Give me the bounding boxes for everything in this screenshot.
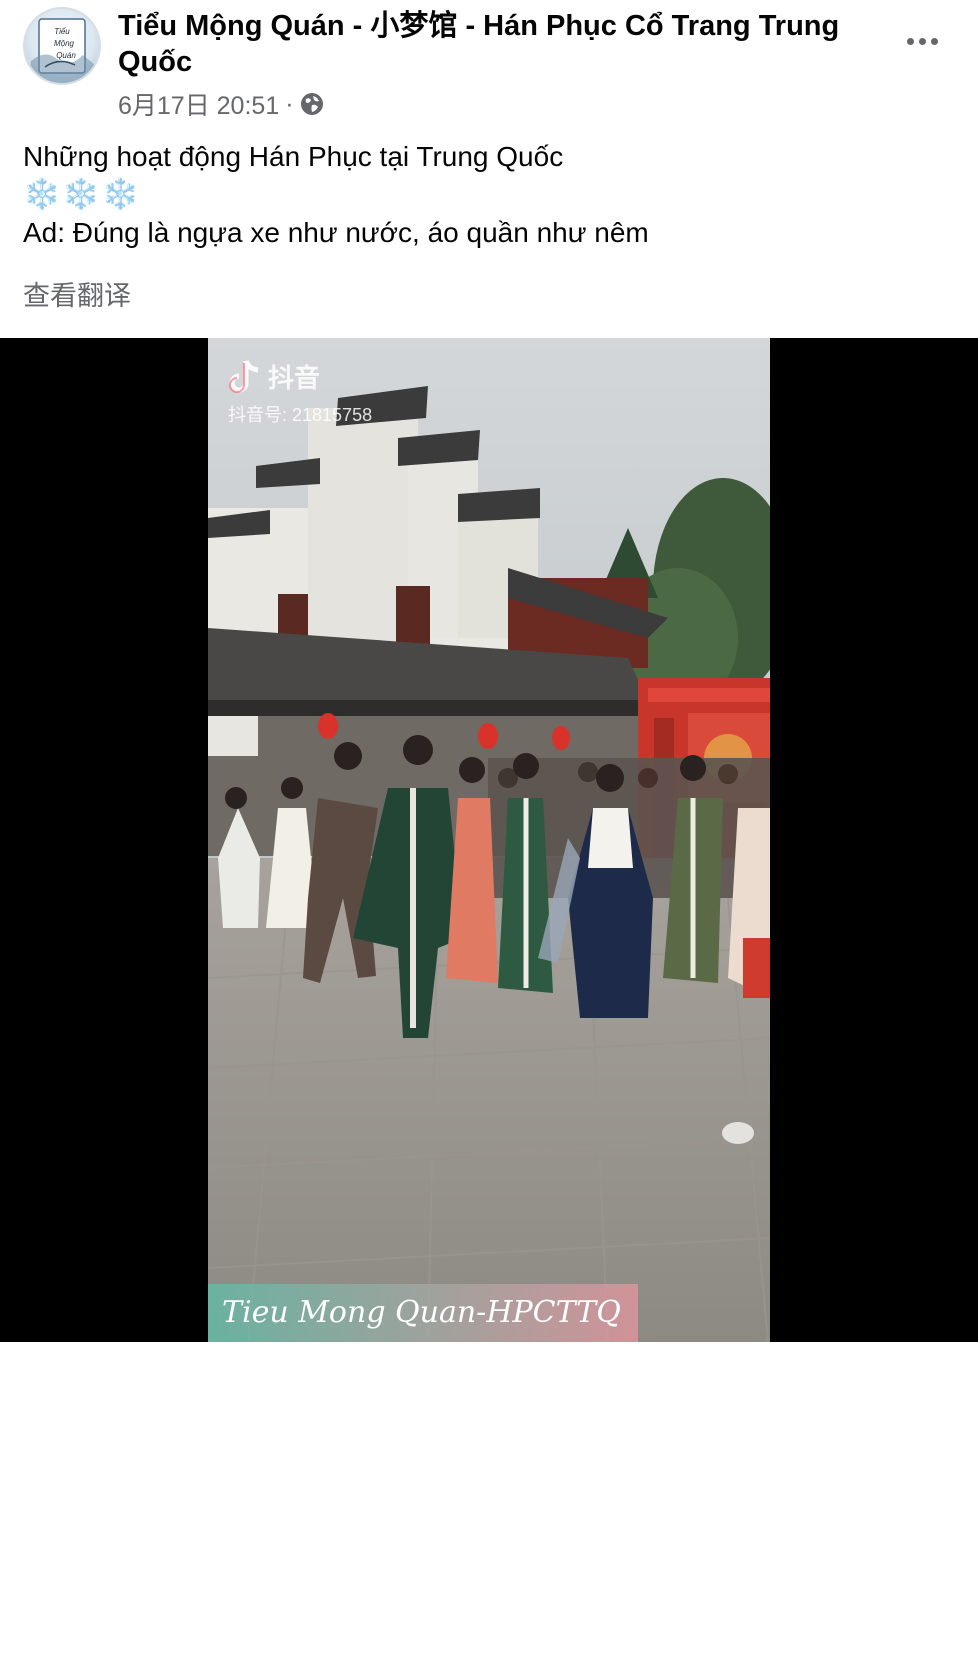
- tiktok-account-id: 抖音号: 21815758: [228, 405, 373, 425]
- page-name-link[interactable]: Tiểu Mộng Quán - 小梦馆 - Hán Phục Cổ Trang…: [118, 8, 878, 80]
- video-frame: 抖音 抖音号: 21815758 Tieu Mong Quan-HPCTTQ: [208, 338, 770, 1342]
- post-line-3: Ad: Đúng là ngựa xe như nước, áo quần nh…: [23, 217, 649, 248]
- post-line-1: Những hoạt động Hán Phục tại Trung Quốc: [23, 141, 564, 172]
- avatar-word-2: Mộng: [54, 39, 75, 48]
- tiktok-brand: 抖音: [228, 358, 372, 395]
- post-header: Tiểu Mộng Quán Tiểu Mộng Quán - 小梦馆 - Há…: [0, 0, 978, 125]
- mute-toggle-button[interactable]: [912, 1610, 958, 1654]
- speaker-muted-icon: [915, 1615, 954, 1649]
- more-dot: [918, 37, 926, 45]
- post-message: Những hoạt động Hán Phục tại Trung Quốc …: [23, 138, 953, 252]
- page-avatar[interactable]: Tiểu Mộng Quán: [23, 7, 101, 85]
- post-meta: 6月17日 20:51 ·: [118, 88, 324, 120]
- video-caption-overlay: Tieu Mong Quan-HPCTTQ: [208, 1284, 638, 1342]
- video-player[interactable]: 抖音 抖音号: 21815758 Tieu Mong Quan-HPCTTQ: [0, 338, 978, 1649]
- more-options-button[interactable]: [902, 27, 942, 55]
- more-dot: [930, 37, 938, 45]
- tiktok-logo-icon: [229, 359, 259, 393]
- tiktok-brand-label: 抖音: [268, 363, 321, 393]
- snowflake-emoji-line: ❄️❄️❄️: [23, 178, 142, 211]
- more-dot: [906, 37, 914, 45]
- avatar-word-3: Quán: [56, 51, 76, 60]
- meta-separator: ·: [285, 89, 294, 118]
- tiktok-watermark: 抖音 抖音号: 21815758: [228, 358, 372, 427]
- see-translation-link[interactable]: 查看翻译: [23, 277, 131, 315]
- video-scene-image: [208, 338, 770, 1342]
- avatar-word-1: Tiểu: [54, 27, 70, 36]
- globe-icon: [300, 93, 323, 115]
- avatar-logo-icon: Tiểu Mộng Quán: [29, 18, 95, 83]
- post-timestamp[interactable]: 6月17日 20:51: [118, 86, 279, 122]
